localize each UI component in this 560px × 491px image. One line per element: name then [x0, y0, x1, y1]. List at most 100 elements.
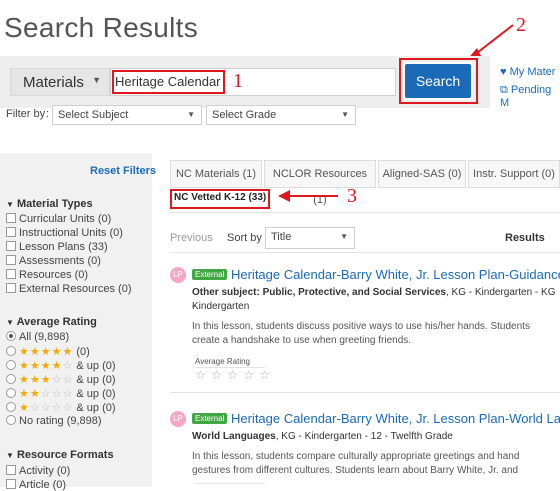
- checkbox[interactable]: [6, 227, 16, 237]
- sort-select[interactable]: Title ▼: [265, 227, 355, 249]
- pending-label: Pending M: [500, 84, 552, 109]
- radio-all-ratings[interactable]: All (9,898): [6, 331, 69, 343]
- annotation-number-2: 2: [516, 14, 526, 36]
- radio-1-star[interactable]: ★☆☆☆☆ & up (0): [6, 401, 116, 414]
- result-subject-name: World Languages: [192, 431, 276, 442]
- material-type-select[interactable]: Materials ▼: [10, 68, 110, 96]
- result-subject-line2: Kindergarten: [192, 301, 250, 312]
- result-description-line2: gestures from different cultures. Studen…: [192, 465, 519, 476]
- empty-star-icon: ☆☆: [51, 374, 74, 386]
- result-subject-name: Other subject: Public, Protective, and S…: [192, 287, 446, 298]
- tab-nc-materials[interactable]: NC Materials (1): [170, 160, 262, 188]
- result-title-text: Heritage Calendar-Barry White, Jr. Lesso…: [230, 267, 560, 282]
- radio[interactable]: [6, 415, 16, 425]
- grade-select[interactable]: Select Grade ▼: [206, 105, 356, 125]
- result-title-text: Heritage Calendar-Barry White, Jr. Lesso…: [230, 411, 560, 426]
- pending-link[interactable]: ⧉ Pending M: [500, 84, 560, 109]
- resource-formats-label: Resource Formats: [16, 449, 114, 461]
- checkbox-label: Assessments (0): [19, 255, 101, 267]
- radio[interactable]: [6, 388, 16, 398]
- tab-aligned-sas[interactable]: Aligned-SAS (0): [378, 160, 466, 188]
- divider: [170, 252, 560, 253]
- my-materials-link[interactable]: ♥ My Mater: [500, 66, 555, 78]
- tab-instr-support[interactable]: Instr. Support (0): [468, 160, 560, 188]
- result-subject-grades: , KG - Kindergarten - 12 - Twelfth Grade: [275, 431, 453, 442]
- checkbox[interactable]: [6, 283, 16, 293]
- result-description-line1: In this lesson, students discuss positiv…: [192, 321, 530, 332]
- filter-by-label: Filter by: [6, 108, 46, 120]
- divider: [195, 483, 265, 484]
- checkbox[interactable]: [6, 269, 16, 279]
- tab-nclor-resources[interactable]: NCLOR Resources (1): [264, 160, 376, 206]
- search-button[interactable]: Search: [405, 64, 471, 98]
- checkbox-external-resources[interactable]: External Resources (0): [6, 283, 132, 295]
- radio-5-stars[interactable]: ★★★★★ (0): [6, 345, 90, 358]
- subject-select[interactable]: Select Subject ▼: [52, 105, 202, 125]
- checkbox[interactable]: [6, 465, 16, 475]
- radio-label: (0): [76, 346, 90, 358]
- checkbox-lesson-plans[interactable]: Lesson Plans (33): [6, 241, 108, 253]
- subject-select-value: Select Subject: [58, 109, 129, 121]
- radio[interactable]: [6, 402, 16, 412]
- checkbox-curricular-units[interactable]: Curricular Units (0): [6, 213, 111, 225]
- radio-no-rating[interactable]: No rating (9,898): [6, 415, 102, 427]
- average-rating-label: Average Rating: [16, 316, 97, 328]
- results-label: Results: [505, 232, 545, 244]
- radio-2-stars[interactable]: ★★☆☆☆ & up (0): [6, 387, 116, 400]
- checkbox-label: Activity (0): [19, 465, 71, 477]
- checkbox[interactable]: [6, 479, 16, 489]
- radio-label: No rating (9,898): [19, 415, 102, 427]
- checkbox-label: Lesson Plans (33): [19, 241, 108, 253]
- lesson-plan-avatar: LP: [170, 267, 186, 283]
- checkbox-activity[interactable]: Activity (0): [6, 465, 70, 477]
- result-subject: World Languages, KG - Kindergarten - 12 …: [192, 430, 453, 444]
- empty-star-icon[interactable]: ☆ ☆ ☆ ☆ ☆: [195, 368, 271, 382]
- sort-by-label: Sort by: [227, 232, 262, 244]
- empty-star-icon: ☆☆☆☆: [29, 402, 74, 414]
- checkbox-label: Article (0): [19, 479, 67, 491]
- result-description-line2: create a handshake to use when greeting …: [192, 335, 412, 346]
- radio[interactable]: [6, 346, 16, 356]
- radio-label: & up (0): [76, 374, 116, 386]
- resource-formats-heading[interactable]: ▼ Resource Formats: [6, 449, 114, 461]
- empty-star-icon: ☆: [62, 360, 74, 372]
- checkbox[interactable]: [6, 241, 16, 251]
- radio-4-stars[interactable]: ★★★★☆ & up (0): [6, 359, 116, 372]
- material-types-label: Material Types: [16, 198, 93, 210]
- chevron-down-icon: ▼: [340, 232, 348, 241]
- result-description-line1: In this lesson, students compare cultura…: [192, 451, 520, 462]
- previous-link[interactable]: Previous: [170, 232, 213, 244]
- annotation-number-1: 1: [233, 70, 243, 92]
- result-title-link[interactable]: External Heritage Calendar-Barry White, …: [192, 411, 560, 426]
- checkbox-resources[interactable]: Resources (0): [6, 269, 88, 281]
- radio[interactable]: [6, 374, 16, 384]
- checkbox-label: External Resources (0): [19, 283, 132, 295]
- radio[interactable]: [6, 331, 16, 341]
- filter-colon: :: [46, 108, 50, 120]
- annotation-box-1: [112, 70, 225, 94]
- chevron-down-icon: ▼: [92, 75, 101, 85]
- radio-label: All (9,898): [19, 331, 70, 343]
- radio[interactable]: [6, 360, 16, 370]
- checkbox[interactable]: [6, 255, 16, 265]
- average-rating-heading[interactable]: ▼ Average Rating: [6, 316, 97, 328]
- heart-icon: ♥: [500, 66, 507, 78]
- checkbox-instructional-units[interactable]: Instructional Units (0): [6, 227, 123, 239]
- average-rating-label: Average Rating: [195, 357, 250, 366]
- my-materials-label: My Mater: [509, 66, 556, 78]
- checkbox[interactable]: [6, 213, 16, 223]
- annotation-arrow-3: [278, 190, 338, 202]
- checkbox-article[interactable]: Article (0): [6, 479, 66, 491]
- material-type-value: Materials: [23, 74, 84, 91]
- result-title-link[interactable]: External Heritage Calendar-Barry White, …: [192, 267, 560, 282]
- external-link-icon: ⧉: [500, 84, 508, 96]
- caret-down-icon: ▼: [6, 200, 14, 209]
- checkbox-assessments[interactable]: Assessments (0): [6, 255, 101, 267]
- star-icon: ★★: [19, 388, 41, 400]
- divider: [170, 392, 560, 393]
- star-icon: ★★★★★: [19, 346, 74, 358]
- reset-filters-link[interactable]: Reset Filters: [90, 165, 156, 177]
- radio-label: & up (0): [76, 388, 116, 400]
- material-types-heading[interactable]: ▼ Material Types: [6, 198, 93, 210]
- radio-3-stars[interactable]: ★★★☆☆ & up (0): [6, 373, 116, 386]
